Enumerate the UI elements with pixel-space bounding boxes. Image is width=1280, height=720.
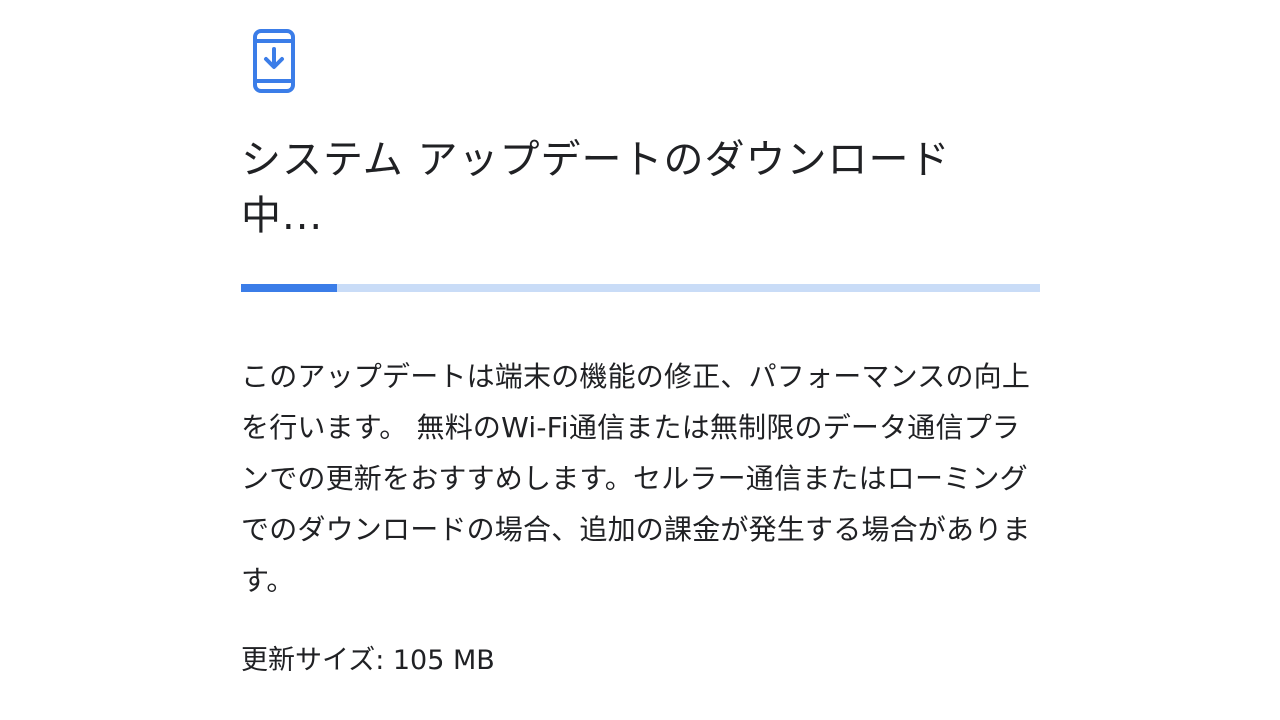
- update-description: このアップデートは端末の機能の修正、パフォーマンスの向上を行います。 無料のWi…: [241, 360, 1031, 597]
- page-title: システム アップデートのダウンロード中...: [241, 137, 951, 239]
- system-update-screen: システム アップデートのダウンロード中... このアップデートは端末の機能の修正…: [0, 0, 1280, 720]
- system-update-download-icon: [253, 29, 295, 93]
- download-progress-bar: [241, 284, 1040, 292]
- update-size-label: 更新サイズ: 105 MB: [241, 645, 495, 676]
- download-progress-fill: [241, 284, 337, 292]
